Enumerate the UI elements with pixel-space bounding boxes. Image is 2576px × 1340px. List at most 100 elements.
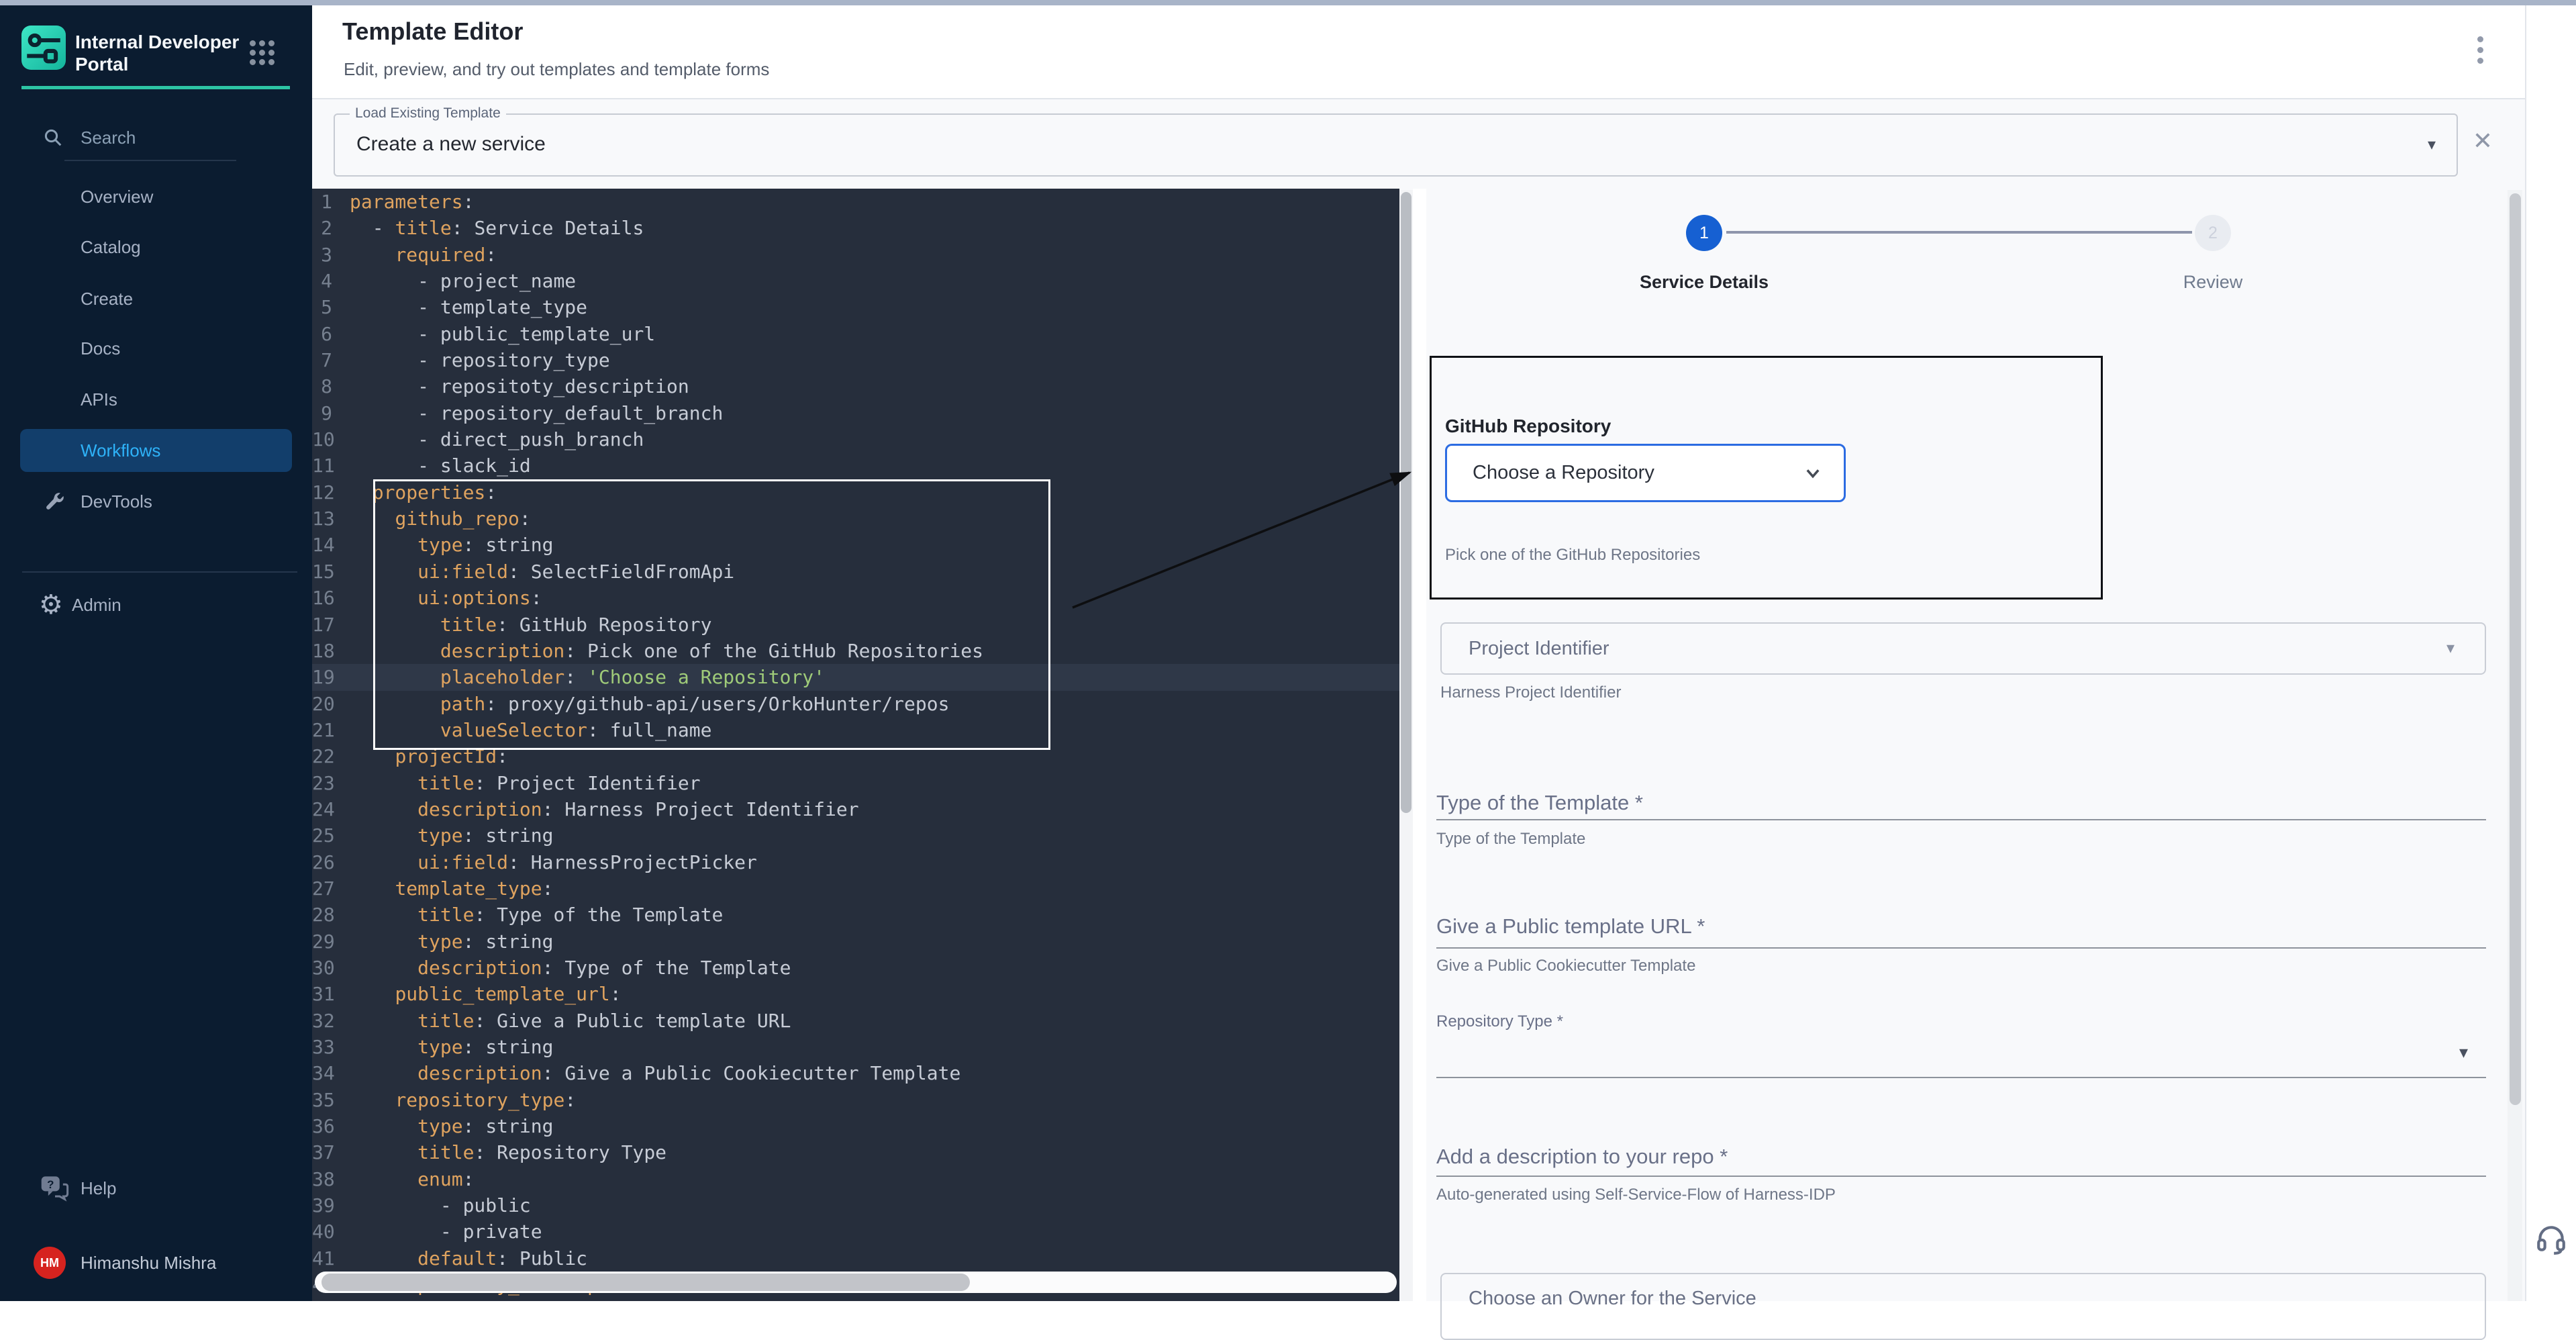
github-repository-highlight-box: GitHub Repository Choose a Repository Pi…	[1430, 356, 2103, 600]
line-number: 21	[312, 717, 350, 743]
code-line[interactable]: 38 enum:	[312, 1166, 1399, 1192]
code-line[interactable]: 36 type: string	[312, 1113, 1399, 1139]
code-line[interactable]: 5 - template_type	[312, 294, 1399, 320]
code-line[interactable]: 10 - direct_push_branch	[312, 426, 1399, 452]
search-label: Search	[81, 121, 136, 154]
code-line[interactable]: 8 - repositoty_description	[312, 373, 1399, 399]
code-line[interactable]: 16 ui:options:	[312, 585, 1399, 611]
code-line[interactable]: 7 - repository_type	[312, 347, 1399, 373]
code-line[interactable]: 37 title: Repository Type	[312, 1139, 1399, 1165]
sidebar-item-admin[interactable]: ⚙ Admin	[0, 583, 312, 626]
close-icon[interactable]: ✕	[2468, 126, 2497, 156]
code-text: - public	[350, 1192, 531, 1218]
code-line[interactable]: 3 required:	[312, 242, 1399, 268]
sidebar-item-devtools[interactable]: DevTools	[0, 480, 312, 523]
stepper-step-2[interactable]: 2	[2195, 215, 2231, 251]
code-line[interactable]: 13 github_repo:	[312, 506, 1399, 532]
code-line[interactable]: 28 title: Type of the Template	[312, 902, 1399, 928]
code-line[interactable]: 24 description: Harness Project Identifi…	[312, 796, 1399, 822]
template-url-helper: Give a Public Cookiecutter Template	[1436, 957, 1695, 975]
app-logo-icon[interactable]	[21, 26, 66, 70]
sidebar-item-apis[interactable]: APIs	[0, 378, 312, 421]
code-text: github_repo:	[350, 506, 531, 532]
code-line[interactable]: 21 valueSelector: full_name	[312, 717, 1399, 743]
editor-horizontal-scrollbar-thumb[interactable]	[321, 1274, 970, 1291]
line-number: 6	[312, 321, 350, 347]
code-line[interactable]: 19 placeholder: 'Choose a Repository'	[312, 664, 1399, 690]
load-template-select[interactable]: Load Existing Template Create a new serv…	[334, 113, 2458, 177]
code-line[interactable]: 12 properties:	[312, 479, 1399, 506]
code-line[interactable]: 22 projectId:	[312, 743, 1399, 769]
editor-horizontal-scrollbar[interactable]	[315, 1272, 1397, 1293]
code-line[interactable]: 2 - title: Service Details	[312, 215, 1399, 241]
template-url-input-label[interactable]: Give a Public template URL *	[1436, 914, 1705, 939]
github-repository-select[interactable]: Choose a Repository	[1445, 444, 1846, 502]
code-line[interactable]: 40 - private	[312, 1218, 1399, 1245]
code-line[interactable]: 18 description: Pick one of the GitHub R…	[312, 638, 1399, 664]
code-line[interactable]: 23 title: Project Identifier	[312, 770, 1399, 796]
line-number: 31	[312, 981, 350, 1007]
sidebar-item-help[interactable]: ? Help	[0, 1167, 312, 1210]
code-line[interactable]: 15 ui:field: SelectFieldFromApi	[312, 559, 1399, 585]
sidebar-user[interactable]: HM Himanshu Mishra	[0, 1241, 312, 1284]
sidebar-item-docs[interactable]: Docs	[0, 327, 312, 370]
line-number: 30	[312, 955, 350, 981]
sidebar-item-workflows[interactable]: Workflows	[20, 429, 292, 472]
code-line[interactable]: 27 template_type:	[312, 875, 1399, 902]
yaml-code-editor[interactable]: 1parameters:2 - title: Service Details3 …	[312, 189, 1399, 1301]
code-line[interactable]: 31 public_template_url:	[312, 981, 1399, 1007]
sidebar-item-overview[interactable]: Overview	[0, 175, 312, 218]
code-line[interactable]: 17 title: GitHub Repository	[312, 612, 1399, 638]
code-line[interactable]: 1parameters:	[312, 189, 1399, 215]
code-text: repository_type:	[350, 1087, 576, 1113]
page-title: Template Editor	[342, 17, 523, 46]
kebab-menu-icon[interactable]	[2475, 36, 2488, 70]
code-line[interactable]: 26 ui:field: HarnessProjectPicker	[312, 849, 1399, 875]
code-text: template_type:	[350, 875, 553, 902]
code-text: description: Harness Project Identifier	[350, 796, 859, 822]
code-line[interactable]: 25 type: string	[312, 822, 1399, 849]
editor-vertical-scrollbar-thumb[interactable]	[1401, 192, 1411, 813]
code-line[interactable]: 32 title: Give a Public template URL	[312, 1008, 1399, 1034]
sidebar-item-catalog[interactable]: Catalog	[0, 226, 312, 269]
chevron-down-icon	[1803, 464, 1822, 483]
repo-description-helper: Auto-generated using Self-Service-Flow o…	[1436, 1186, 1836, 1204]
template-type-input-label[interactable]: Type of the Template *	[1436, 791, 1643, 815]
code-line[interactable]: 11 - slack_id	[312, 452, 1399, 479]
gear-icon: ⚙	[39, 591, 63, 618]
dropdown-caret-icon[interactable]: ▾	[2459, 1042, 2468, 1063]
line-number: 35	[312, 1087, 350, 1113]
preview-vertical-scrollbar-thumb[interactable]	[2510, 193, 2521, 1105]
code-line[interactable]: 30 description: Type of the Template	[312, 955, 1399, 981]
code-text: - project_name	[350, 268, 576, 294]
code-line[interactable]: 6 - public_template_url	[312, 321, 1399, 347]
sidebar-item-create[interactable]: Create	[0, 277, 312, 320]
repo-description-input-label[interactable]: Add a description to your repo *	[1436, 1145, 1728, 1169]
code-line[interactable]: 34 description: Give a Public Cookiecutt…	[312, 1060, 1399, 1086]
project-identifier-select[interactable]: Project Identifier ▾	[1440, 622, 2486, 675]
editor-vertical-scrollbar[interactable]	[1399, 190, 1413, 1301]
stepper-step-1[interactable]: 1	[1686, 215, 1722, 251]
apps-grid-icon[interactable]	[250, 40, 277, 67]
code-line[interactable]: 35 repository_type:	[312, 1087, 1399, 1113]
code-text: type: string	[350, 1034, 553, 1060]
repo-description-input-underline	[1436, 1176, 2486, 1177]
line-number: 13	[312, 506, 350, 532]
code-line[interactable]: 41 default: Public	[312, 1245, 1399, 1272]
code-line[interactable]: 14 type: string	[312, 532, 1399, 558]
code-line[interactable]: 4 - project_name	[312, 268, 1399, 294]
code-line[interactable]: 20 path: proxy/github-api/users/OrkoHunt…	[312, 691, 1399, 717]
code-line[interactable]: 33 type: string	[312, 1034, 1399, 1060]
code-line[interactable]: 39 - public	[312, 1192, 1399, 1218]
dropdown-caret-icon[interactable]: ▾	[2428, 135, 2436, 154]
owner-select[interactable]: Choose an Owner for the Service	[1440, 1273, 2486, 1340]
line-number: 8	[312, 373, 350, 399]
line-number: 23	[312, 770, 350, 796]
code-line[interactable]: 9 - repository_default_branch	[312, 400, 1399, 426]
sidebar-search[interactable]: Search	[0, 121, 312, 154]
preview-vertical-scrollbar[interactable]	[2508, 190, 2522, 1301]
code-text: type: string	[350, 928, 553, 955]
support-headset-icon[interactable]	[2534, 1222, 2568, 1255]
sidebar-item-label: Workflows	[81, 429, 160, 472]
code-line[interactable]: 29 type: string	[312, 928, 1399, 955]
